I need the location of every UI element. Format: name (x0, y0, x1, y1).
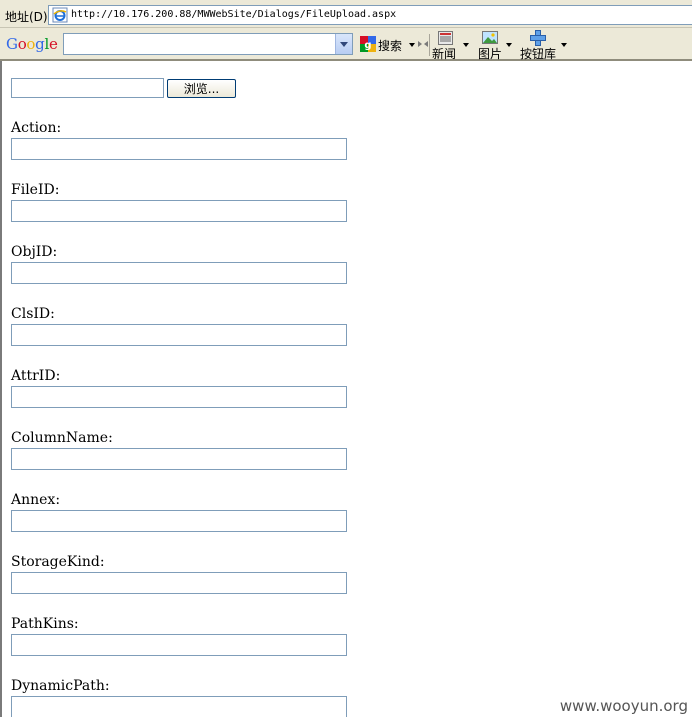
google-g-icon: g (360, 36, 376, 52)
objid-input[interactable] (11, 262, 347, 284)
button-gallery-dropdown-arrow[interactable] (561, 43, 567, 47)
address-url: http://10.176.200.88/MWWebSite/Dialogs/F… (71, 9, 397, 20)
images-button[interactable]: 图片 (478, 45, 502, 62)
clsid-input[interactable] (11, 324, 347, 346)
google-search-input[interactable] (64, 34, 334, 54)
page-content: 浏览... Action: FileID: ObjID: ClsID: Attr… (0, 61, 692, 717)
images-icon (482, 31, 498, 44)
google-logo-letter: G (6, 35, 18, 53)
attrid-input[interactable] (11, 386, 347, 408)
news-dropdown-arrow[interactable] (463, 43, 469, 47)
pathkins-label: PathKins: (11, 616, 79, 632)
dynamicpath-input[interactable] (11, 696, 347, 717)
news-button[interactable]: 新闻 (432, 45, 456, 62)
action-input[interactable] (11, 138, 347, 160)
plus-icon (530, 30, 546, 46)
search-history-dropdown[interactable] (335, 34, 352, 54)
dynamicpath-label: DynamicPath: (11, 678, 110, 694)
storagekind-input[interactable] (11, 572, 347, 594)
attrid-label: AttrID: (11, 368, 61, 384)
google-search-box[interactable] (63, 33, 353, 55)
action-label: Action: (11, 120, 62, 136)
images-dropdown-arrow[interactable] (506, 43, 512, 47)
browse-button[interactable]: 浏览... (167, 79, 236, 98)
google-logo-letter: o (17, 35, 27, 53)
columnname-label: ColumnName: (11, 430, 113, 446)
columnname-input[interactable] (11, 448, 347, 470)
google-toolbar: Google g 搜索 新闻 图片 按钮库 (0, 28, 692, 61)
file-path-input[interactable] (11, 78, 164, 98)
objid-label: ObjID: (11, 244, 58, 260)
annex-input[interactable] (11, 510, 347, 532)
toolbar-separator (429, 34, 430, 56)
address-bar: 地址(D) http://10.176.200.88/MWWebSite/Dia… (0, 0, 692, 28)
watermark: www.wooyun.org (557, 697, 690, 715)
svg-text:g: g (364, 40, 371, 51)
fileid-label: FileID: (11, 182, 60, 198)
address-label: 地址(D) (5, 10, 48, 24)
browser-window: 地址(D) http://10.176.200.88/MWWebSite/Dia… (0, 0, 692, 717)
annex-label: Annex: (11, 492, 61, 508)
clsid-label: ClsID: (11, 306, 55, 322)
toolbar-options-icon[interactable] (417, 39, 429, 49)
ie-page-icon (52, 7, 68, 23)
button-gallery-button[interactable]: 按钮库 (520, 45, 556, 62)
google-logo-letter: e (48, 35, 58, 53)
news-icon (438, 31, 453, 45)
google-logo-letter: o (26, 35, 36, 53)
search-button[interactable]: 搜索 (378, 37, 402, 54)
google-logo: Google (6, 35, 58, 53)
search-dropdown-arrow[interactable] (409, 43, 415, 47)
google-logo-letter: g (35, 35, 45, 53)
address-field[interactable]: http://10.176.200.88/MWWebSite/Dialogs/F… (48, 5, 692, 25)
pathkins-input[interactable] (11, 634, 347, 656)
fileid-input[interactable] (11, 200, 347, 222)
storagekind-label: StorageKind: (11, 554, 105, 570)
